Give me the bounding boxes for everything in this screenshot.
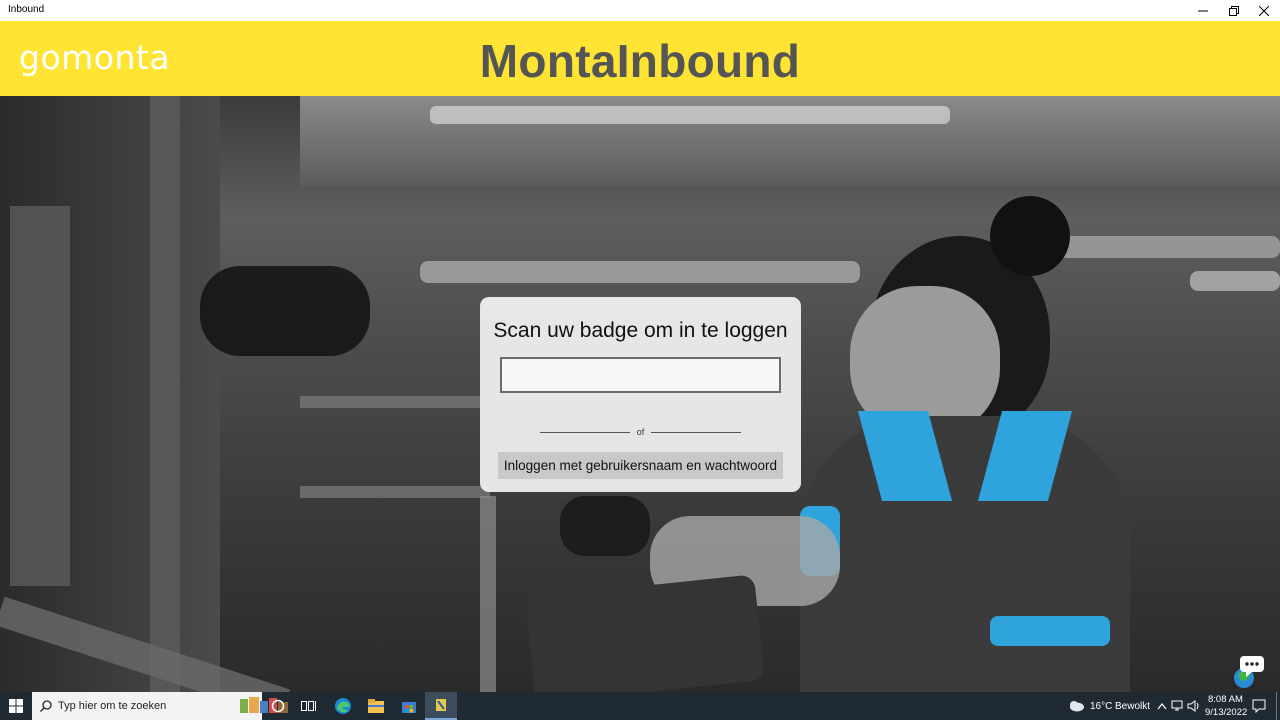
store-taskbar-button[interactable] <box>394 692 424 720</box>
badge-scan-input[interactable] <box>500 357 781 393</box>
restore-icon <box>1229 5 1239 16</box>
volume-button[interactable] <box>1186 692 1202 720</box>
start-button[interactable] <box>0 692 32 720</box>
taskbar-search-box[interactable]: Typ hier om te zoeken <box>32 692 288 720</box>
show-hidden-icons-button[interactable] <box>1155 692 1169 720</box>
close-icon <box>1259 5 1269 16</box>
search-placeholder: Typ hier om te zoeken <box>58 700 167 712</box>
volume-icon <box>1187 700 1199 712</box>
store-icon <box>402 702 416 713</box>
chevron-up-icon <box>1157 703 1167 710</box>
chat-globe-icon[interactable] <box>1232 654 1266 695</box>
or-divider: of <box>480 427 801 437</box>
minimize-button[interactable] <box>1187 0 1219 21</box>
task-view-button[interactable] <box>295 692 323 720</box>
start-icon <box>9 699 23 713</box>
network-button[interactable] <box>1170 692 1186 720</box>
minimize-icon <box>1198 10 1208 11</box>
restore-button[interactable] <box>1218 0 1250 21</box>
window-titlebar: Inbound <box>0 0 1280 21</box>
divider-line-right <box>651 432 741 433</box>
action-center-button[interactable] <box>1248 692 1270 720</box>
network-icon <box>1171 700 1183 711</box>
cloud-icon <box>1070 701 1084 712</box>
divider-text: of <box>636 427 645 437</box>
close-button[interactable] <box>1248 0 1280 21</box>
file-explorer-taskbar-button[interactable] <box>361 692 391 720</box>
login-card: Scan uw badge om in te loggen of Inlogge… <box>480 297 801 492</box>
edge-taskbar-button[interactable] <box>328 692 358 720</box>
weather-description: Bewolkt <box>1115 701 1151 712</box>
window-title: Inbound <box>8 4 45 15</box>
clock-time: 8:08 AM <box>1208 694 1243 705</box>
login-title: Scan uw badge om in te loggen <box>493 319 788 342</box>
windows-taskbar: Typ hier om te zoeken 16°C Bewolkt 8:08 … <box>0 692 1280 720</box>
clock-date: 9/13/2022 <box>1205 707 1248 718</box>
show-desktop-button[interactable] <box>1276 692 1277 720</box>
file-explorer-icon <box>368 699 384 713</box>
app-title: MontaInbound <box>479 35 801 87</box>
search-icon <box>40 700 52 712</box>
edge-icon <box>335 698 351 714</box>
cortana-button[interactable] <box>264 692 292 720</box>
weather-temperature: 16°C <box>1090 701 1113 712</box>
cortana-icon <box>271 699 285 713</box>
username-password-login-button[interactable]: Inloggen met gebruikersnaam en wachtwoor… <box>498 452 783 479</box>
app-header: gomonta MontaInbound <box>0 21 1280 96</box>
inbound-app-taskbar-button[interactable] <box>425 692 457 720</box>
task-view-icon <box>301 701 316 711</box>
weather-button[interactable] <box>1066 692 1086 720</box>
notification-icon <box>1252 699 1266 713</box>
inbound-app-icon <box>436 699 446 711</box>
